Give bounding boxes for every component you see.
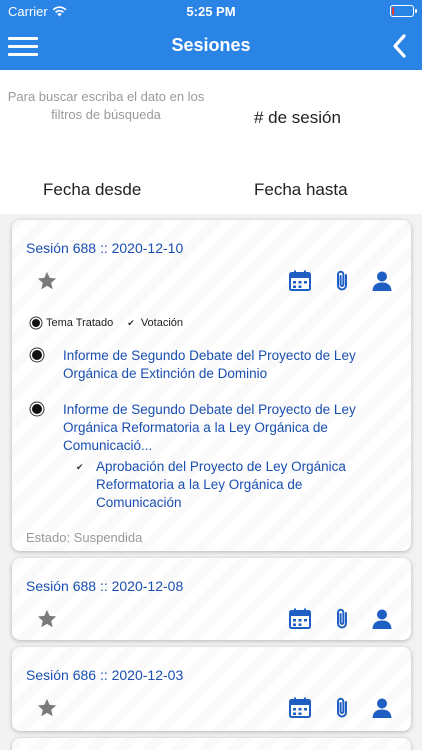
session-title[interactable]: Sesión 686 :: 2020-12-03 xyxy=(26,667,183,683)
user-icon[interactable] xyxy=(370,696,394,720)
date-to-field[interactable]: Fecha hasta xyxy=(254,180,348,200)
legend: Tema Tratado ✔ Votación xyxy=(32,317,183,329)
status-bar: Carrier 5:25 PM xyxy=(0,0,422,22)
check-icon: ✔ xyxy=(127,317,135,328)
user-icon[interactable] xyxy=(370,269,394,293)
legend-topic-label: Tema Tratado xyxy=(46,317,114,329)
paperclip-icon[interactable] xyxy=(330,607,354,631)
vote-text[interactable]: Aprobación del Proyecto de Ley Orgánica … xyxy=(96,458,370,512)
calendar-icon[interactable] xyxy=(288,696,312,720)
topic-bullet-icon xyxy=(32,350,42,360)
status-time: 5:25 PM xyxy=(186,4,236,19)
chevron-left-icon[interactable] xyxy=(388,32,412,60)
page-title: Sesiones xyxy=(171,35,251,55)
paperclip-icon[interactable] xyxy=(330,696,354,720)
search-filters: Para buscar escriba el dato en los filtr… xyxy=(0,70,422,220)
session-card[interactable]: Sesión 688 :: 2020-12-10 Tema Tratado ✔ … xyxy=(12,220,411,551)
date-from-field[interactable]: Fecha desde xyxy=(43,180,141,200)
vote-item[interactable]: ✔ Aprobación del Proyecto de Ley Orgánic… xyxy=(76,458,370,512)
session-status: Estado: Suspendida xyxy=(26,530,143,545)
topic-item[interactable]: Informe de Segundo Debate del Proyecto d… xyxy=(32,401,368,455)
legend-vote-label: Votación xyxy=(140,317,184,329)
calendar-icon[interactable] xyxy=(288,269,312,293)
paperclip-icon[interactable] xyxy=(330,269,354,293)
topic-bullet-icon xyxy=(32,319,40,327)
session-card[interactable]: Sesión 688 :: 2020-12-08 xyxy=(12,558,411,640)
session-card-partial[interactable] xyxy=(12,738,411,750)
check-icon: ✔ xyxy=(76,462,84,472)
star-icon[interactable] xyxy=(36,697,58,719)
battery-icon xyxy=(390,5,417,17)
session-title[interactable]: Sesión 688 :: 2020-12-10 xyxy=(26,240,183,256)
search-hint: Para buscar escriba el dato en los filtr… xyxy=(7,89,205,122)
topic-text[interactable]: Informe de Segundo Debate del Proyecto d… xyxy=(63,401,368,455)
user-icon[interactable] xyxy=(370,607,394,631)
session-title[interactable]: Sesión 688 :: 2020-12-08 xyxy=(26,578,183,594)
star-icon[interactable] xyxy=(36,270,58,292)
nav-bar: Sesiones xyxy=(0,22,422,70)
battery-level xyxy=(392,7,394,15)
session-number-field[interactable]: # de sesión xyxy=(254,108,341,128)
topic-text[interactable]: Informe de Segundo Debate del Proyecto d… xyxy=(63,347,368,383)
topic-bullet-icon xyxy=(32,404,42,414)
star-icon[interactable] xyxy=(36,608,58,630)
session-list[interactable]: Sesión 688 :: 2020-12-10 Tema Tratado ✔ … xyxy=(0,214,422,750)
calendar-icon[interactable] xyxy=(288,607,312,631)
topic-item[interactable]: Informe de Segundo Debate del Proyecto d… xyxy=(32,347,368,383)
session-card[interactable]: Sesión 686 :: 2020-12-03 xyxy=(12,647,411,731)
